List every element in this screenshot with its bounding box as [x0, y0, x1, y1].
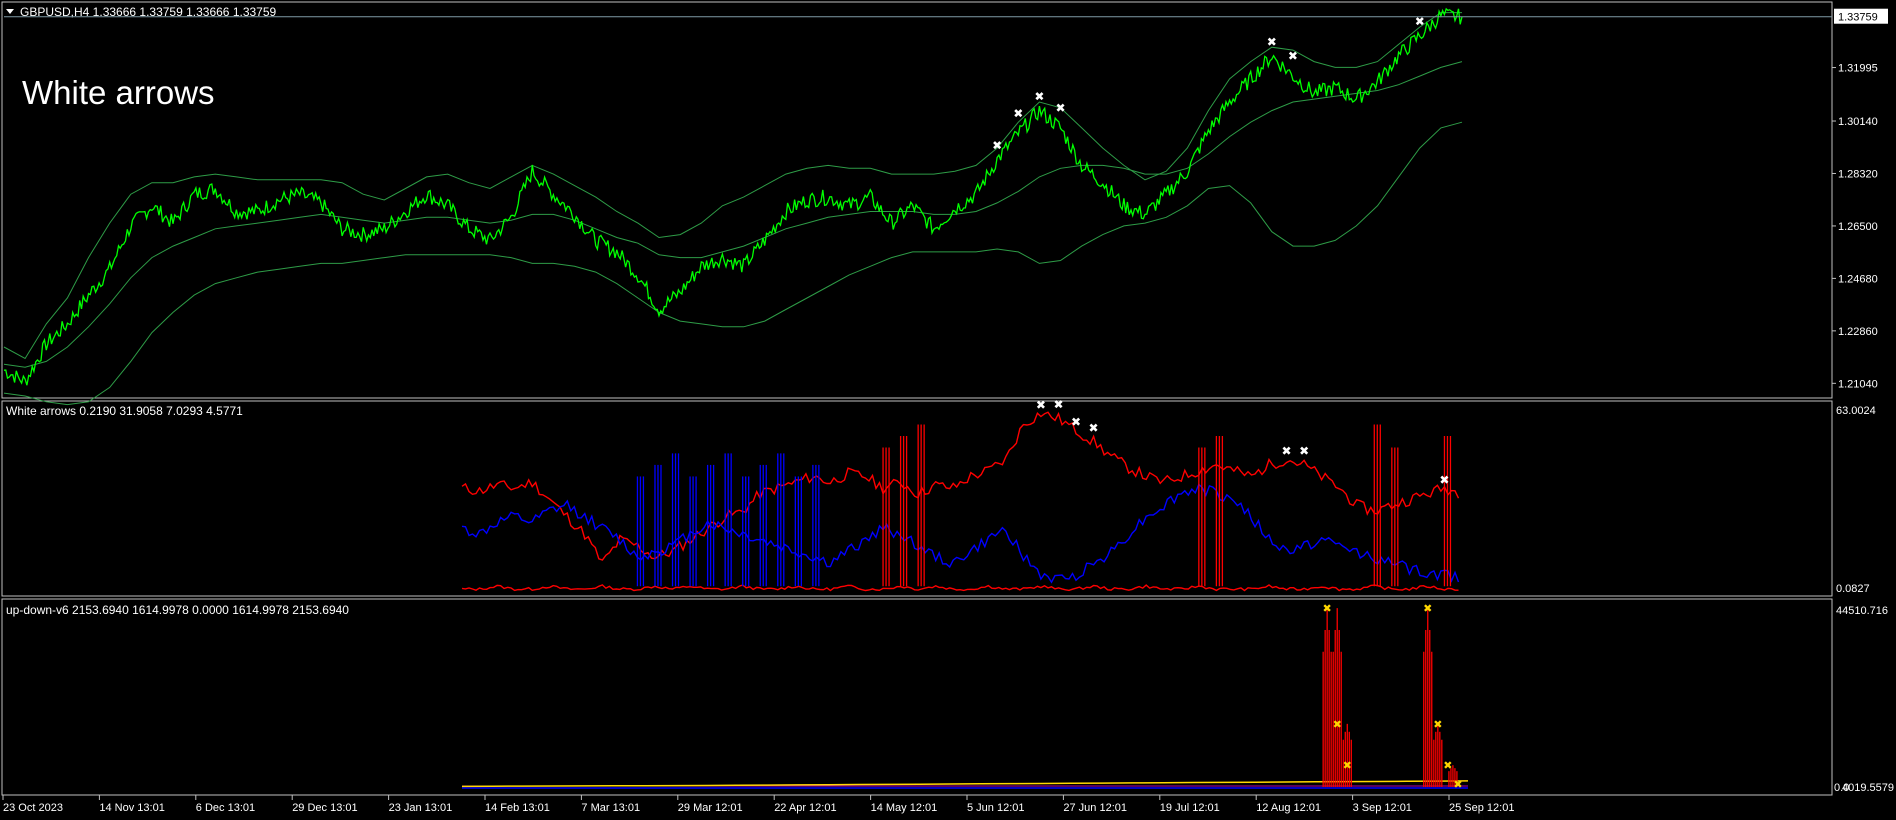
indicator1-title: White arrows 0.2190 31.9058 7.0293 4.577… — [6, 404, 243, 418]
x-tick-label: 22 Apr 12:01 — [774, 802, 836, 814]
x-tick-label: 25 Sep 12:01 — [1449, 802, 1514, 814]
indicator2-marker: ✖ — [1343, 759, 1352, 772]
white-arrow-marker: ✖ — [1013, 107, 1023, 121]
white-arrow-marker: ✖ — [1034, 90, 1044, 104]
x-tick-label: 19 Jul 12:01 — [1160, 802, 1220, 814]
indicator1-marker: ✖ — [1053, 398, 1063, 412]
overlay-label: White arrows — [22, 74, 215, 111]
indicator2-marker: ✖ — [1323, 602, 1332, 615]
indicator2-marker: ✖ — [1333, 718, 1342, 731]
x-tick-label: 14 Feb 13:01 — [485, 802, 550, 814]
white-arrow-marker: ✖ — [1436, 0, 1446, 3]
x-tick-label: 3 Sep 12:01 — [1353, 802, 1412, 814]
y-tick-label: 1.28320 — [1838, 168, 1878, 180]
indicator2-max-label: 44510.716 — [1836, 605, 1888, 617]
indicator1-marker: ✖ — [1299, 444, 1309, 458]
white-arrow-marker: ✖ — [1055, 101, 1065, 115]
x-tick-label: 5 Jun 12:01 — [967, 802, 1025, 814]
indicator1-marker: ✖ — [1071, 415, 1081, 429]
indicator1-marker: ✖ — [1036, 398, 1046, 412]
y-tick-label: 1.30140 — [1838, 116, 1878, 128]
y-tick-label: 1.24680 — [1838, 273, 1878, 285]
x-tick-label: 14 Nov 13:01 — [99, 802, 164, 814]
indicator2-marker: ✖ — [1453, 778, 1462, 791]
y-tick-label: 1.26500 — [1838, 221, 1878, 233]
x-tick-label: 14 May 12:01 — [871, 802, 938, 814]
white-arrow-marker: ✖ — [1267, 35, 1277, 49]
indicator2-min-label: 4019.5579 — [1842, 782, 1894, 794]
indicator1-marker: ✖ — [1439, 473, 1449, 487]
x-tick-label: 29 Mar 12:01 — [678, 802, 743, 814]
x-tick-label: 12 Aug 12:01 — [1256, 802, 1321, 814]
x-tick-label: 23 Jan 13:01 — [389, 802, 453, 814]
x-tick-label: 23 Oct 2023 — [3, 802, 63, 814]
terminal-chart-window[interactable]: GBPUSD,H4 1.33666 1.33759 1.33666 1.3375… — [0, 0, 1896, 820]
x-tick-label: 7 Mar 13:01 — [581, 802, 640, 814]
indicator1-marker: ✖ — [1282, 444, 1292, 458]
x-tick-label: 29 Dec 13:01 — [292, 802, 357, 814]
white-arrow-marker: ✖ — [1415, 15, 1425, 29]
indicator2-marker: ✖ — [1433, 718, 1442, 731]
current-price-label: 1.33759 — [1838, 12, 1878, 24]
indicator1-min-label: 0.0827 — [1836, 583, 1870, 595]
y-tick-label: 1.22860 — [1838, 326, 1878, 338]
x-tick-label: 6 Dec 13:01 — [196, 802, 255, 814]
indicator1-marker: ✖ — [1089, 421, 1099, 435]
white-arrow-marker: ✖ — [992, 139, 1002, 153]
indicator2-marker: ✖ — [1423, 602, 1432, 615]
indicator2-marker: ✖ — [1443, 759, 1452, 772]
indicator1-max-label: 63.0024 — [1836, 405, 1876, 417]
y-tick-label: 1.31995 — [1838, 63, 1878, 75]
indicator2-title: up-down-v6 2153.6940 1614.9978 0.0000 16… — [6, 603, 349, 617]
white-arrow-marker: ✖ — [1288, 49, 1298, 63]
y-tick-label: 1.21040 — [1838, 378, 1878, 390]
background — [0, 0, 1896, 820]
x-tick-label: 27 Jun 12:01 — [1063, 802, 1127, 814]
